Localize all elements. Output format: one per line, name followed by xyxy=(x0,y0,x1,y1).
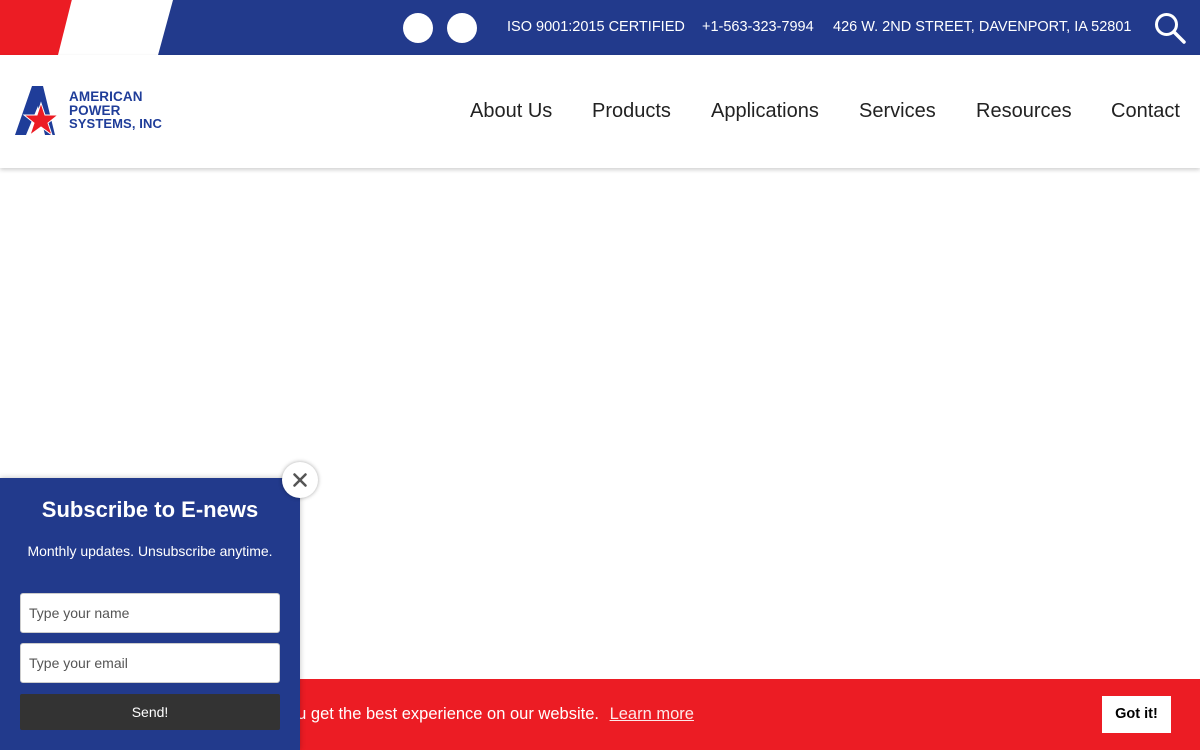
top-bar: ISO 9001:2015 CERTIFIED +1-563-323-7994 … xyxy=(0,0,1200,55)
learn-more-link[interactable]: Learn more xyxy=(610,705,694,723)
got-it-button[interactable]: Got it! xyxy=(1102,696,1171,733)
logo-star-icon xyxy=(15,86,60,137)
nav-about-us[interactable]: About Us xyxy=(470,100,552,123)
top-bar-white-accent xyxy=(58,0,173,55)
subscribe-popup: Subscribe to E-news Monthly updates. Uns… xyxy=(0,478,300,750)
nav-contact[interactable]: Contact xyxy=(1111,100,1180,123)
popup-title: Subscribe to E-news xyxy=(41,497,259,522)
nav-applications[interactable]: Applications xyxy=(711,100,819,123)
main-header: AMERICAN POWER SYSTEMS, INC About Us Pro… xyxy=(0,55,1200,168)
social-icon-2[interactable] xyxy=(447,13,477,43)
logo-line-1: AMERICAN xyxy=(69,89,143,104)
nav-resources[interactable]: Resources xyxy=(976,100,1072,123)
search-icon[interactable] xyxy=(1153,11,1187,45)
logo-line-3: SYSTEMS, INC xyxy=(69,116,162,131)
company-logo[interactable]: AMERICAN POWER SYSTEMS, INC xyxy=(14,85,186,139)
logo-line-2: POWER xyxy=(69,102,121,118)
address-text: 426 W. 2ND STREET, DAVENPORT, IA 52801 xyxy=(833,19,1132,35)
phone-link[interactable]: +1-563-323-7994 xyxy=(702,19,814,35)
send-button[interactable]: Send! xyxy=(20,694,280,730)
iso-certification-text: ISO 9001:2015 CERTIFIED xyxy=(507,19,685,35)
close-icon[interactable] xyxy=(282,462,318,498)
cookie-message-text: ou get the best experience on our websit… xyxy=(288,705,599,723)
email-field[interactable] xyxy=(20,643,280,683)
logo-wordmark: AMERICAN POWER SYSTEMS, INC xyxy=(69,90,162,131)
cookie-message: ou get the best experience on our websit… xyxy=(288,705,694,724)
popup-subtitle: Monthly updates. Unsubscribe anytime. xyxy=(27,543,273,559)
social-icon-1[interactable] xyxy=(403,13,433,43)
nav-products[interactable]: Products xyxy=(592,100,671,123)
nav-services[interactable]: Services xyxy=(859,100,936,123)
name-field[interactable] xyxy=(20,593,280,633)
